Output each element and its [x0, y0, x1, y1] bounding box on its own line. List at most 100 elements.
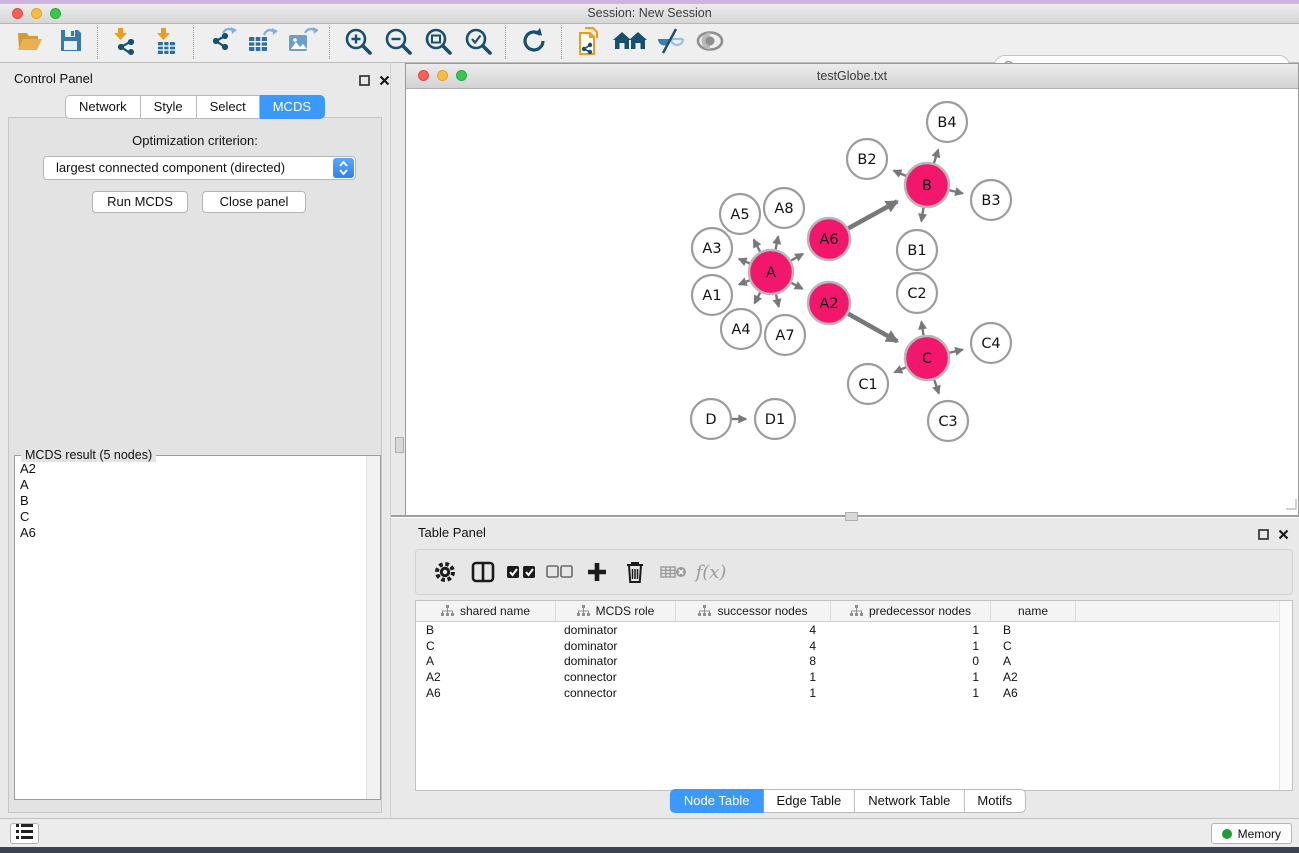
plus-icon	[586, 561, 608, 583]
table-divider-grip[interactable]	[845, 512, 858, 521]
resize-grip-icon[interactable]	[1285, 497, 1297, 515]
close-panel-button[interactable]: Close panel	[202, 191, 306, 213]
column-header-shared-name[interactable]: shared name	[416, 601, 556, 621]
show-eye-button[interactable]	[690, 27, 730, 59]
graph-edge-C-C2[interactable]	[921, 322, 923, 336]
graph-edge-A-A4[interactable]	[755, 292, 761, 303]
tab-motifs[interactable]: Motifs	[964, 789, 1026, 813]
graph-edge-B-B2[interactable]	[894, 171, 906, 176]
memory-button[interactable]: Memory	[1211, 823, 1292, 844]
graph-node-label-A5: A5	[730, 207, 749, 223]
home-button[interactable]	[610, 27, 650, 59]
network-window-titlebar[interactable]: testGlobe.txt	[406, 64, 1298, 89]
column-header-predecessor-nodes[interactable]: predecessor nodes	[831, 601, 991, 621]
table-row[interactable]: Bdominator41B	[416, 622, 1292, 638]
graph-edge-A-A2[interactable]	[791, 283, 802, 289]
network-canvas[interactable]: B4B2BB3A5A8A6A3B1AC2A1A2A4A7C4CC1DD1C3	[406, 89, 1298, 516]
import-network-button[interactable]	[106, 27, 146, 59]
table-row[interactable]: Adominator80A	[416, 654, 1292, 670]
tab-style[interactable]: Style	[141, 95, 197, 119]
table-row[interactable]: A2connector11A2	[416, 669, 1292, 685]
mcds-result-item[interactable]: C	[20, 509, 364, 525]
export-table-button[interactable]	[242, 27, 282, 59]
export-network-button[interactable]	[202, 27, 242, 59]
export-image-button[interactable]	[282, 27, 322, 59]
graph-edge-A-A7[interactable]	[776, 294, 779, 306]
close-panel-icon[interactable]	[379, 73, 390, 91]
split-panel-button[interactable]	[464, 555, 502, 589]
eye-icon	[695, 30, 725, 57]
column-header-label: name	[1018, 604, 1048, 618]
select-all-button[interactable]	[502, 555, 540, 589]
graph-node-label-B2: B2	[857, 152, 876, 168]
save-session-button[interactable]	[50, 27, 90, 59]
graph-edge-C-C1[interactable]	[895, 367, 906, 372]
graph-edge-A-A6[interactable]	[791, 254, 803, 261]
import-table-button[interactable]	[146, 27, 186, 59]
mcds-result-title: MCDS result (5 nodes)	[21, 448, 156, 462]
zoom-fit-button[interactable]	[418, 27, 458, 59]
copy-network-button[interactable]	[570, 27, 610, 59]
graph-edge-A6-B[interactable]	[848, 201, 897, 228]
network-close-button[interactable]	[418, 70, 429, 81]
table-row[interactable]: A6connector11A6	[416, 685, 1292, 701]
tab-node-table[interactable]: Node Table	[670, 789, 764, 813]
table-panel-buttons	[1258, 527, 1289, 545]
table-settings-button[interactable]	[426, 555, 464, 589]
tab-edge-table[interactable]: Edge Table	[763, 789, 855, 813]
tab-mcds[interactable]: MCDS	[260, 95, 325, 119]
mcds-result-item[interactable]: B	[20, 493, 364, 509]
graph-edge-A-A8[interactable]	[776, 236, 779, 249]
add-column-button[interactable]	[578, 555, 616, 589]
zoom-in-button[interactable]	[338, 27, 378, 59]
toolbar-separator	[505, 27, 507, 59]
graph-edge-C-C3[interactable]	[934, 380, 939, 394]
tab-network-table[interactable]: Network Table	[855, 789, 964, 813]
network-canvas-svg: B4B2BB3A5A8A6A3B1AC2A1A2A4A7C4CC1DD1C3	[406, 89, 1298, 516]
delete-column-button[interactable]	[616, 555, 654, 589]
mcds-result-item[interactable]: A6	[20, 525, 364, 541]
graph-edge-A-A5[interactable]	[754, 240, 760, 252]
tab-select[interactable]: Select	[197, 95, 260, 119]
deselect-all-button[interactable]	[540, 555, 578, 589]
refresh-button[interactable]	[514, 27, 554, 59]
graph-edge-A2-C[interactable]	[848, 314, 897, 342]
run-mcds-button[interactable]: Run MCDS	[92, 191, 188, 213]
optimization-dropdown[interactable]: largest connected component (directed)	[43, 156, 356, 180]
zoom-in-icon	[343, 26, 373, 61]
column-header-MCDS-role[interactable]: MCDS role	[556, 601, 676, 621]
open-session-button[interactable]	[10, 27, 50, 59]
panel-divider-vertical[interactable]	[390, 62, 391, 818]
task-history-button[interactable]	[10, 823, 39, 844]
delete-table-button	[654, 555, 692, 589]
graph-edge-B-B1[interactable]	[921, 208, 923, 222]
tab-network[interactable]: Network	[65, 95, 141, 119]
float-table-panel-icon[interactable]	[1258, 527, 1269, 545]
graph-edge-A-A3[interactable]	[739, 259, 750, 263]
graph-node-label-B: B	[922, 178, 932, 194]
column-header-name[interactable]: name	[991, 601, 1076, 621]
column-header-successor-nodes[interactable]: successor nodes	[676, 601, 831, 621]
graph-edge-A-A1[interactable]	[739, 280, 750, 284]
node-table-scrollbar[interactable]	[1279, 601, 1292, 790]
table-cell: dominator	[556, 654, 676, 668]
toolbar-separator	[193, 27, 195, 59]
table-cell: 1	[676, 670, 831, 684]
mcds-result-list[interactable]: A2ABCA6	[20, 461, 364, 795]
graph-edge-C-C4[interactable]	[949, 350, 962, 353]
float-panel-icon[interactable]	[359, 73, 370, 91]
graph-node-label-A1: A1	[702, 288, 721, 304]
network-minimize-button[interactable]	[437, 70, 448, 81]
table-row[interactable]: Cdominator41C	[416, 638, 1292, 654]
panel-divider-grip[interactable]	[395, 437, 404, 453]
close-table-panel-icon[interactable]	[1278, 527, 1289, 545]
network-zoom-button[interactable]	[456, 70, 467, 81]
mcds-result-item[interactable]: A	[20, 477, 364, 493]
hide-labels-button[interactable]	[650, 27, 690, 59]
zoom-selected-button[interactable]	[458, 27, 498, 59]
mcds-result-scrollbar[interactable]	[366, 456, 380, 799]
graph-edge-B-B3[interactable]	[949, 190, 962, 193]
zoom-out-button[interactable]	[378, 27, 418, 59]
graph-edge-B-B4[interactable]	[934, 150, 938, 163]
mcds-result-item[interactable]: A2	[20, 461, 364, 477]
